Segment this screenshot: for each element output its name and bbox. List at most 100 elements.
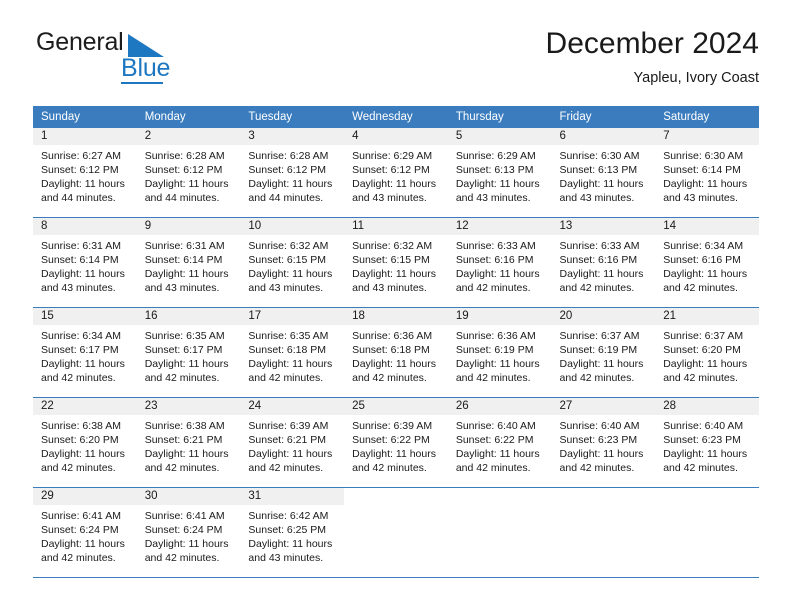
day-cell-inner: 9 Sunrise: 6:31 AM Sunset: 6:14 PM Daylight… (136, 218, 241, 307)
calendar-day-cell[interactable]: 18 Sunrise: 6:36 AM Sunset: 6:18 PM Dayligh… (344, 307, 448, 398)
calendar-day-cell[interactable]: 26 Sunrise: 6:40 AM Sunset: 6:22 PM Dayligh… (447, 397, 552, 488)
calendar-day-cell[interactable]: 20 Sunrise: 6:37 AM Sunset: 6:19 PM Dayligh… (551, 307, 656, 398)
day-details: Sunrise: 6:34 AM Sunset: 6:16 PM Daylight:… (655, 235, 759, 295)
calendar-day-cell[interactable]: 6 Sunrise: 6:30 AM Sunset: 6:13 PM Daylight… (551, 128, 656, 218)
day-details: Sunrise: 6:38 AM Sunset: 6:21 PM Daylight:… (137, 415, 241, 475)
calendar-day-cell[interactable]: 11 Sunrise: 6:32 AM Sunset: 6:15 PM Dayligh… (344, 217, 448, 308)
sunset-text: Sunset: 6:18 PM (248, 344, 327, 356)
sunrise-text: Sunrise: 6:33 AM (559, 240, 640, 252)
day-number: 6 (551, 128, 656, 145)
calendar-day-cell[interactable]: 8 Sunrise: 6:31 AM Sunset: 6:14 PM Daylight… (33, 217, 137, 308)
calendar-day-cell[interactable]: 31 Sunrise: 6:42 AM Sunset: 6:25 PM Dayligh… (240, 487, 345, 578)
calendar-day-cell[interactable]: 21 Sunrise: 6:37 AM Sunset: 6:20 PM Dayligh… (655, 307, 759, 398)
calendar-day-cell[interactable]: 19 Sunrise: 6:36 AM Sunset: 6:19 PM Dayligh… (447, 307, 552, 398)
page-header: General Blue December 2024 Yapleu, Ivory… (33, 26, 759, 98)
day-number (447, 488, 552, 505)
day-details: Sunrise: 6:35 AM Sunset: 6:17 PM Daylight:… (137, 325, 241, 385)
calendar-day-cell[interactable]: 5 Sunrise: 6:29 AM Sunset: 6:13 PM Daylight… (447, 128, 552, 218)
calendar-day-cell[interactable]: 3 Sunrise: 6:28 AM Sunset: 6:12 PM Daylight… (240, 128, 345, 218)
daylight-text: Daylight: 11 hours and 44 minutes. (144, 178, 229, 204)
calendar-day-cell[interactable]: 27 Sunrise: 6:40 AM Sunset: 6:23 PM Dayligh… (551, 397, 656, 488)
weekday-header-saturday: Saturday (655, 106, 759, 128)
day-cell-inner: 11 Sunrise: 6:32 AM Sunset: 6:15 PM Dayligh… (344, 218, 448, 307)
calendar-day-cell[interactable]: 1 Sunrise: 6:27 AM Sunset: 6:12 PM Daylight… (33, 128, 137, 218)
day-cell-inner: 7 Sunrise: 6:30 AM Sunset: 6:14 PM Daylight… (655, 128, 759, 217)
brand-logo[interactable]: General Blue (33, 26, 253, 88)
day-cell-inner: 15 Sunrise: 6:34 AM Sunset: 6:17 PM Dayligh… (33, 308, 137, 397)
calendar-day-cell[interactable]: 10 Sunrise: 6:32 AM Sunset: 6:15 PM Dayligh… (240, 217, 345, 308)
daylight-text: Daylight: 11 hours and 42 minutes. (559, 268, 644, 294)
sunrise-text: Sunrise: 6:30 AM (663, 150, 744, 162)
calendar-day-cell[interactable]: 12 Sunrise: 6:33 AM Sunset: 6:16 PM Dayligh… (447, 217, 552, 308)
day-number: 11 (344, 218, 448, 235)
day-number: 16 (136, 308, 241, 325)
day-details: Sunrise: 6:32 AM Sunset: 6:15 PM Daylight:… (240, 235, 344, 295)
sunset-text: Sunset: 6:16 PM (663, 254, 741, 266)
day-cell-inner: 23 Sunrise: 6:38 AM Sunset: 6:21 PM Dayligh… (136, 398, 241, 487)
sunset-text: Sunset: 6:19 PM (455, 344, 534, 356)
sunrise-text: Sunrise: 6:42 AM (248, 510, 329, 522)
calendar-day-cell[interactable]: 29 Sunrise: 6:41 AM Sunset: 6:24 PM Dayligh… (33, 487, 137, 578)
calendar-day-cell[interactable] (551, 487, 656, 578)
day-details: Sunrise: 6:38 AM Sunset: 6:20 PM Daylight:… (33, 415, 137, 475)
calendar-day-cell[interactable]: 7 Sunrise: 6:30 AM Sunset: 6:14 PM Daylight… (655, 128, 759, 218)
calendar-table: Sunday Monday Tuesday Wednesday Thursday… (33, 106, 759, 578)
calendar-day-cell[interactable]: 9 Sunrise: 6:31 AM Sunset: 6:14 PM Daylight… (136, 217, 241, 308)
calendar-day-cell[interactable]: 15 Sunrise: 6:34 AM Sunset: 6:17 PM Dayligh… (33, 307, 137, 398)
calendar-day-cell[interactable]: 4 Sunrise: 6:29 AM Sunset: 6:12 PM Daylight… (344, 128, 448, 218)
calendar-day-cell[interactable] (344, 487, 448, 578)
sunset-text: Sunset: 6:20 PM (41, 434, 119, 446)
day-cell-inner: 22 Sunrise: 6:38 AM Sunset: 6:20 PM Dayligh… (33, 398, 137, 487)
day-cell-inner: 3 Sunrise: 6:28 AM Sunset: 6:12 PM Daylight… (240, 128, 345, 217)
sunset-text: Sunset: 6:21 PM (248, 434, 327, 446)
calendar-day-cell[interactable]: 25 Sunrise: 6:39 AM Sunset: 6:22 PM Dayligh… (344, 397, 448, 488)
sunset-text: Sunset: 6:12 PM (41, 164, 119, 176)
sunrise-text: Sunrise: 6:32 AM (248, 240, 329, 252)
calendar-day-cell[interactable]: 28 Sunrise: 6:40 AM Sunset: 6:23 PM Dayligh… (655, 397, 759, 488)
daylight-text: Daylight: 11 hours and 42 minutes. (352, 358, 436, 384)
day-details: Sunrise: 6:41 AM Sunset: 6:24 PM Daylight:… (33, 505, 137, 565)
calendar-day-cell[interactable]: 2 Sunrise: 6:28 AM Sunset: 6:12 PM Daylight… (136, 128, 241, 218)
sunset-text: Sunset: 6:12 PM (352, 164, 430, 176)
sunrise-text: Sunrise: 6:41 AM (144, 510, 225, 522)
calendar-day-cell[interactable]: 22 Sunrise: 6:38 AM Sunset: 6:20 PM Dayligh… (33, 397, 137, 488)
day-cell-inner: 12 Sunrise: 6:33 AM Sunset: 6:16 PM Dayligh… (447, 218, 552, 307)
daylight-text: Daylight: 11 hours and 42 minutes. (41, 538, 125, 564)
calendar-day-cell[interactable]: 16 Sunrise: 6:35 AM Sunset: 6:17 PM Dayligh… (136, 307, 241, 398)
day-details (448, 505, 552, 509)
day-details: Sunrise: 6:37 AM Sunset: 6:20 PM Daylight:… (655, 325, 759, 385)
day-cell-inner (551, 488, 656, 577)
calendar-day-cell[interactable]: 17 Sunrise: 6:35 AM Sunset: 6:18 PM Dayligh… (240, 307, 345, 398)
calendar-day-cell[interactable]: 13 Sunrise: 6:33 AM Sunset: 6:16 PM Dayligh… (551, 217, 656, 308)
day-cell-inner: 24 Sunrise: 6:39 AM Sunset: 6:21 PM Dayligh… (240, 398, 345, 487)
day-details: Sunrise: 6:42 AM Sunset: 6:25 PM Daylight:… (240, 505, 344, 565)
weekday-header-monday: Monday (136, 106, 241, 128)
sunset-text: Sunset: 6:14 PM (41, 254, 119, 266)
day-details (552, 505, 656, 509)
calendar-day-cell[interactable]: 24 Sunrise: 6:39 AM Sunset: 6:21 PM Dayligh… (240, 397, 345, 488)
calendar-day-cell[interactable]: 30 Sunrise: 6:41 AM Sunset: 6:24 PM Dayligh… (136, 487, 241, 578)
day-number: 26 (447, 398, 552, 415)
calendar-day-cell[interactable] (655, 487, 759, 578)
calendar-day-cell[interactable] (447, 487, 552, 578)
day-cell-inner: 20 Sunrise: 6:37 AM Sunset: 6:19 PM Dayligh… (551, 308, 656, 397)
sunrise-text: Sunrise: 6:30 AM (559, 150, 640, 162)
calendar-day-cell[interactable]: 14 Sunrise: 6:34 AM Sunset: 6:16 PM Dayligh… (655, 217, 759, 308)
daylight-text: Daylight: 11 hours and 42 minutes. (144, 538, 229, 564)
weekday-header-thursday: Thursday (447, 106, 552, 128)
day-cell-inner: 26 Sunrise: 6:40 AM Sunset: 6:22 PM Dayligh… (447, 398, 552, 487)
daylight-text: Daylight: 11 hours and 42 minutes. (559, 358, 644, 384)
day-details: Sunrise: 6:29 AM Sunset: 6:13 PM Daylight:… (448, 145, 552, 205)
day-number (344, 488, 448, 505)
day-number: 3 (240, 128, 345, 145)
day-details: Sunrise: 6:33 AM Sunset: 6:16 PM Daylight:… (552, 235, 656, 295)
day-cell-inner: 27 Sunrise: 6:40 AM Sunset: 6:23 PM Dayligh… (551, 398, 656, 487)
day-cell-inner: 31 Sunrise: 6:42 AM Sunset: 6:25 PM Dayligh… (240, 488, 345, 577)
day-cell-inner: 25 Sunrise: 6:39 AM Sunset: 6:22 PM Dayligh… (344, 398, 448, 487)
brand-name-general: General (36, 28, 124, 56)
day-cell-inner: 14 Sunrise: 6:34 AM Sunset: 6:16 PM Dayligh… (655, 218, 759, 307)
calendar-day-cell[interactable]: 23 Sunrise: 6:38 AM Sunset: 6:21 PM Dayligh… (136, 397, 241, 488)
sunset-text: Sunset: 6:14 PM (144, 254, 223, 266)
sunrise-text: Sunrise: 6:36 AM (455, 330, 536, 342)
day-number: 25 (344, 398, 448, 415)
